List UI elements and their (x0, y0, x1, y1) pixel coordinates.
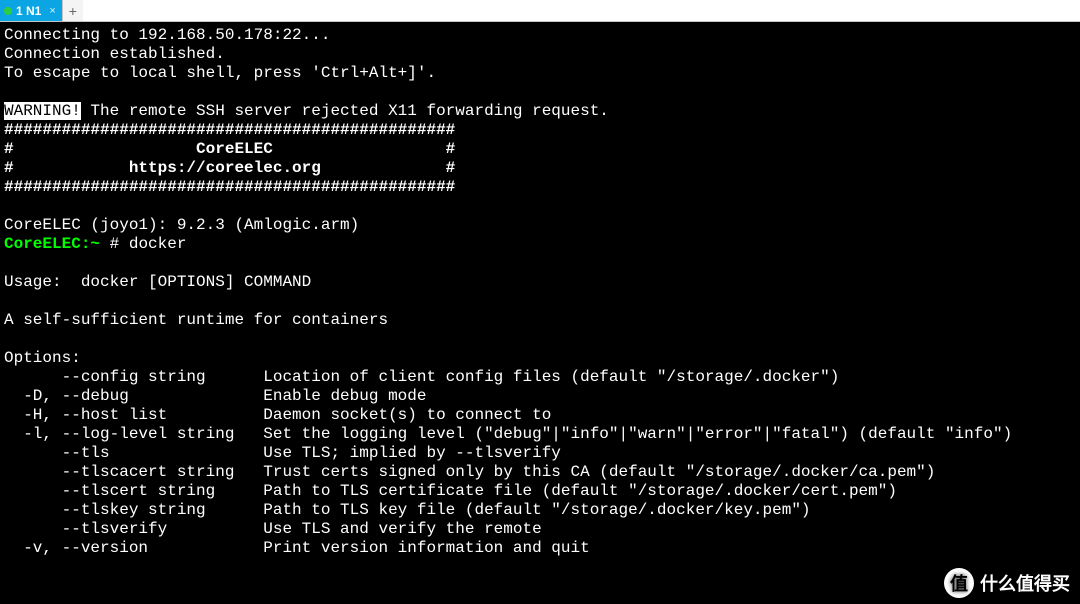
opt-loglevel: -l, --log-level string Set the logging l… (4, 425, 1012, 443)
banner-url: # https://coreelec.org # (4, 159, 455, 177)
terminal-output[interactable]: Connecting to 192.168.50.178:22... Conne… (0, 22, 1080, 604)
opt-debug: -D, --debug Enable debug mode (4, 387, 426, 405)
line-established: Connection established. (4, 45, 225, 63)
prompt-host: CoreELEC: (4, 235, 90, 253)
version-line: CoreELEC (joyo1): 9.2.3 (Amlogic.arm) (4, 216, 359, 234)
options-header: Options: (4, 349, 81, 367)
usage-line: Usage: docker [OPTIONS] COMMAND (4, 273, 311, 291)
prompt-command: # docker (100, 235, 186, 253)
opt-tlscacert: --tlscacert string Trust certs signed on… (4, 463, 935, 481)
banner-name: # CoreELEC # (4, 140, 455, 158)
warning-text: The remote SSH server rejected X11 forwa… (81, 102, 609, 120)
warning-label: WARNING! (4, 102, 81, 120)
line-escape: To escape to local shell, press 'Ctrl+Al… (4, 64, 436, 82)
tab-bar: 1 N1 × + (0, 0, 1080, 22)
banner-border-top: ########################################… (4, 121, 455, 139)
opt-tlscert: --tlscert string Path to TLS certificate… (4, 482, 897, 500)
status-dot-icon (4, 7, 12, 15)
opt-tlsverify: --tlsverify Use TLS and verify the remot… (4, 520, 542, 538)
description-line: A self-sufficient runtime for containers (4, 311, 388, 329)
banner-border-bottom: ########################################… (4, 178, 455, 196)
tab-active[interactable]: 1 N1 × (0, 0, 62, 21)
tab-add-button[interactable]: + (63, 0, 83, 21)
tab-close-button[interactable]: × (49, 5, 55, 17)
opt-tls: --tls Use TLS; implied by --tlsverify (4, 444, 561, 462)
opt-tlskey: --tlskey string Path to TLS key file (de… (4, 501, 811, 519)
opt-version: -v, --version Print version information … (4, 539, 590, 557)
opt-config: --config string Location of client confi… (4, 368, 839, 386)
line-connecting: Connecting to 192.168.50.178:22... (4, 26, 330, 44)
opt-host: -H, --host list Daemon socket(s) to conn… (4, 406, 551, 424)
tab-label: 1 N1 (16, 4, 41, 18)
app-window: 1 N1 × + Connecting to 192.168.50.178:22… (0, 0, 1080, 604)
prompt-path: ~ (90, 235, 100, 253)
